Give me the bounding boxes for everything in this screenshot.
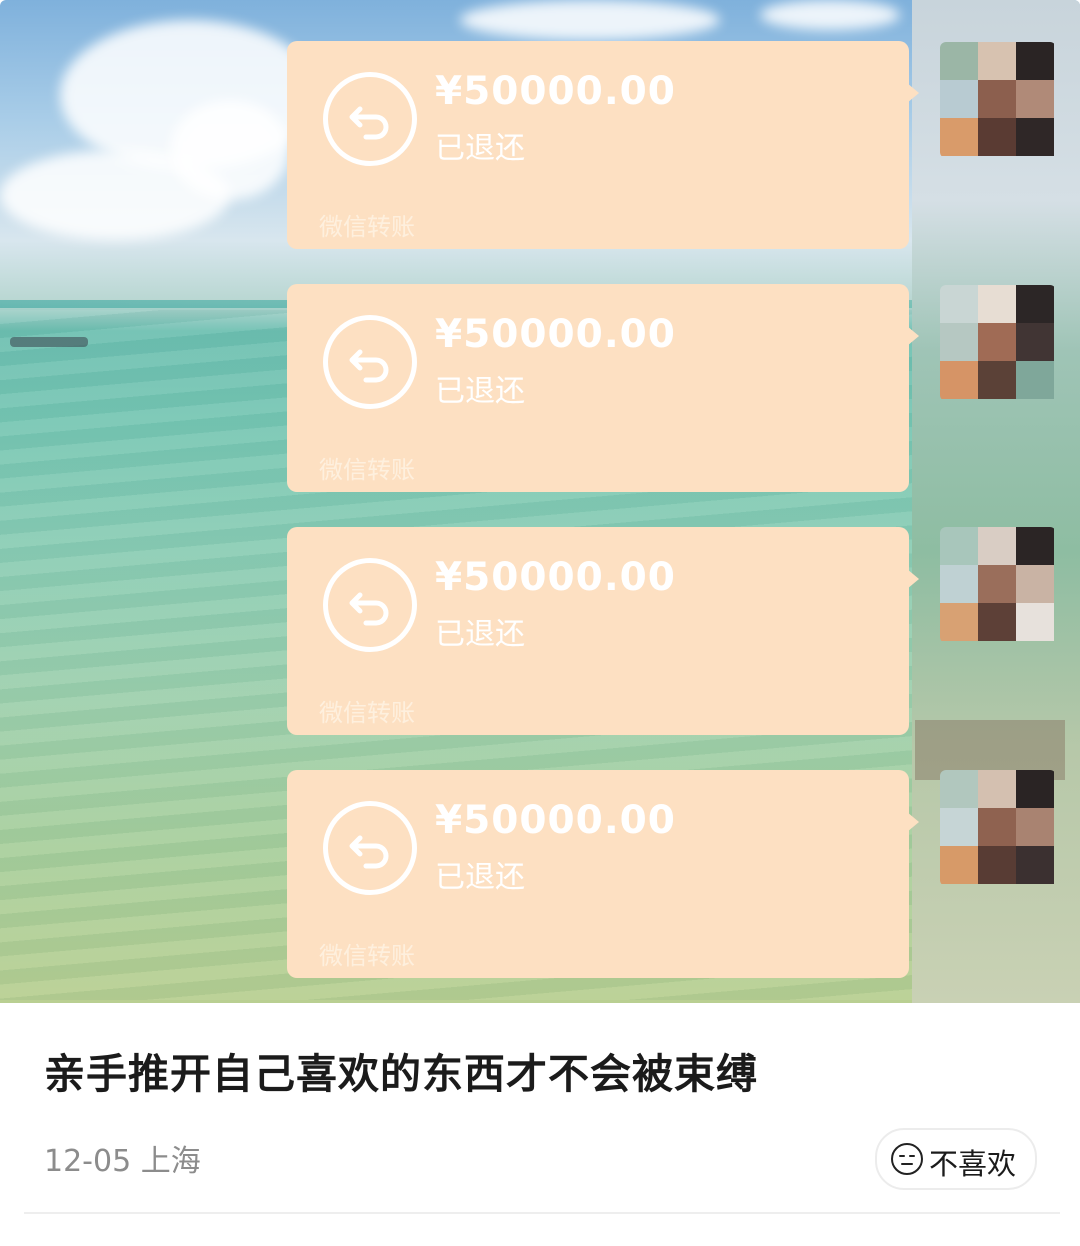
transfer-status: 已退还 — [435, 617, 525, 652]
dislike-label: 不喜欢 — [929, 1147, 1017, 1181]
cloud — [460, 0, 720, 40]
neutral-face-icon — [891, 1143, 923, 1175]
post-title: 亲手推开自己喜欢的东西才不会被束缚 — [44, 1050, 758, 1098]
bubble-tail — [907, 569, 919, 589]
refund-arrow-icon — [323, 801, 417, 895]
refund-arrow-icon — [323, 72, 417, 166]
transfer-brand: 微信转账 — [319, 456, 415, 484]
transfer-brand: 微信转账 — [319, 942, 415, 970]
cloud — [170, 100, 290, 200]
transfer-card[interactable]: ¥50000.00 已退还 微信转账 — [287, 41, 919, 249]
avatar[interactable] — [940, 42, 1056, 158]
avatar[interactable] — [940, 285, 1056, 401]
cloud — [760, 0, 900, 30]
avatar[interactable] — [940, 770, 1056, 886]
avatar[interactable] — [940, 527, 1056, 643]
refund-arrow-icon — [323, 315, 417, 409]
transfer-amount: ¥50000.00 — [435, 798, 676, 843]
bubble-tail — [907, 812, 919, 832]
divider — [24, 1212, 1060, 1214]
refund-arrow-icon — [323, 558, 417, 652]
transfer-amount: ¥50000.00 — [435, 69, 676, 114]
transfer-brand: 微信转账 — [319, 213, 415, 241]
transfer-status: 已退还 — [435, 860, 525, 895]
boat — [10, 337, 88, 347]
transfer-brand: 微信转账 — [319, 699, 415, 727]
transfer-status: 已退还 — [435, 131, 525, 166]
transfer-status: 已退还 — [435, 374, 525, 409]
transfer-amount: ¥50000.00 — [435, 312, 676, 357]
post-image[interactable]: ¥50000.00 已退还 微信转账 ¥50000.00 已退还 微信转账 ¥5… — [0, 0, 1080, 1003]
transfer-amount: ¥50000.00 — [435, 555, 676, 600]
bubble-tail — [907, 326, 919, 346]
transfer-card[interactable]: ¥50000.00 已退还 微信转账 — [287, 284, 919, 492]
transfer-card[interactable]: ¥50000.00 已退还 微信转账 — [287, 770, 919, 978]
post-meta: 12-05 上海 — [44, 1144, 201, 1179]
dislike-button[interactable]: 不喜欢 — [875, 1128, 1037, 1190]
bubble-tail — [907, 83, 919, 103]
transfer-card[interactable]: ¥50000.00 已退还 微信转账 — [287, 527, 919, 735]
